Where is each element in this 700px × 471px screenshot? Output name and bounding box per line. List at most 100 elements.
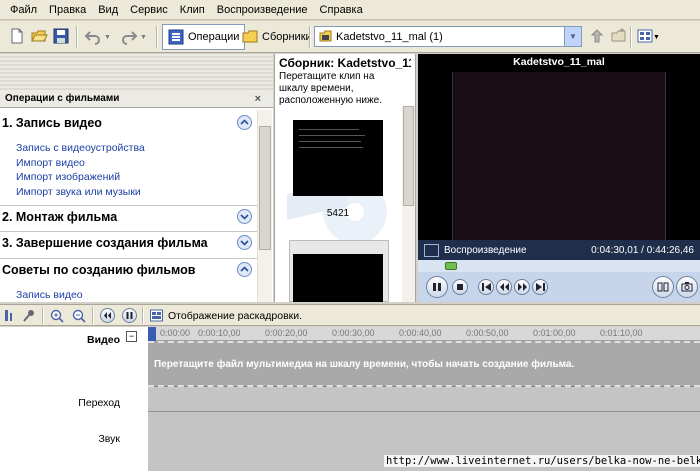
split-clip-button[interactable] — [652, 276, 674, 298]
clip-thumbnail-image — [299, 129, 365, 148]
collection-hint: Перетащите клип на шкалу времени, распол… — [279, 71, 382, 106]
chevron-down-icon[interactable] — [237, 235, 252, 250]
split-icon — [657, 282, 669, 292]
section-finish-movie-title: 3. Завершение создания фильма — [2, 236, 208, 250]
collection-pane: Сборник: Kadetstvo_11_mal Перетащите кли… — [274, 54, 416, 302]
open-project-icon[interactable] — [30, 27, 48, 45]
section-movie-tips-title: Советы по созданию фильмов — [2, 263, 196, 277]
section-finish-movie[interactable]: 3. Завершение создания фильма — [0, 231, 257, 253]
transition-track[interactable] — [148, 388, 700, 412]
watermark-url: http://www.liveinternet.ru/users/belka-n… — [384, 455, 700, 467]
pause-button[interactable] — [426, 276, 448, 298]
timeline-toolbar: Отображение раскадровки. — [0, 304, 700, 326]
collections-folder-icon — [242, 30, 258, 43]
task-capture-from-device[interactable]: Запись с видеоустройства — [16, 142, 145, 154]
section-edit-movie-title: 2. Монтаж фильма — [2, 210, 118, 224]
tasks-scrollbar[interactable] — [257, 110, 272, 302]
show-storyboard-label[interactable]: Отображение раскадровки. — [168, 310, 302, 322]
take-picture-button[interactable] — [676, 276, 698, 298]
collections-button[interactable]: Сборники — [236, 24, 318, 50]
video-track-hint: Перетащите файл мультимедиа на шкалу вре… — [154, 359, 575, 370]
seek-thumb[interactable] — [445, 262, 457, 270]
tasks-pane-title: Операции с фильмами — [5, 93, 120, 104]
playhead[interactable] — [148, 327, 156, 341]
menu-clip[interactable]: Клип — [174, 0, 211, 20]
collection-select-arrow-icon[interactable]: ▼ — [564, 27, 581, 46]
pause-icon — [126, 312, 133, 319]
movie-tasks-pane: Операции с фильмами × 1. Запись видео За… — [0, 54, 273, 302]
menu-help[interactable]: Справка — [314, 0, 369, 20]
playback-controls — [418, 272, 700, 302]
toolbar-separator — [76, 26, 78, 48]
menu-playback[interactable]: Воспроизведение — [211, 0, 314, 20]
collection-select[interactable]: Kadetstvo_11_mal (1) ▼ — [314, 26, 582, 47]
seek-bar[interactable] — [418, 260, 700, 272]
section-edit-movie[interactable]: 2. Монтаж фильма — [0, 205, 257, 227]
save-project-icon[interactable] — [52, 27, 70, 45]
toolbar-separator — [142, 307, 144, 324]
collection-title: Сборник: Kadetstvo_11_mal — [279, 56, 411, 70]
redo-icon[interactable] — [120, 27, 138, 45]
zoom-out-icon[interactable] — [72, 309, 86, 323]
menu-edit[interactable]: Правка — [43, 0, 92, 20]
up-level-icon[interactable] — [588, 27, 606, 45]
new-project-icon[interactable] — [8, 27, 26, 45]
views-dropdown-icon[interactable]: ▼ — [653, 34, 660, 41]
undo-icon[interactable] — [84, 27, 102, 45]
tasks-scrollbar-thumb[interactable] — [259, 126, 271, 250]
collection-scrollbar-thumb[interactable] — [403, 106, 414, 206]
toolbar-separator — [156, 26, 158, 48]
collections-label: Сборники — [262, 31, 312, 43]
preview-monitor: Kadetstvo_11_mal Воспроизведение 0:04:30… — [418, 54, 700, 302]
menu-file[interactable]: Файл — [4, 0, 43, 20]
task-import-audio[interactable]: Импорт звука или музыки — [16, 186, 141, 198]
section-capture-video[interactable]: 1. Запись видео — [0, 112, 257, 134]
stop-button[interactable] — [452, 279, 468, 295]
undo-dropdown-icon[interactable]: ▼ — [104, 34, 111, 41]
preview-status-label: Воспроизведение — [444, 244, 527, 256]
menu-view[interactable]: Вид — [92, 0, 124, 20]
collapse-video-track-icon[interactable]: − — [126, 331, 137, 342]
timeline-track-labels: − Видео Переход Звук — [0, 327, 148, 471]
narrate-timeline-icon[interactable] — [22, 309, 36, 322]
track-label-video: Видео — [87, 334, 120, 346]
tip-capture-video[interactable]: Запись видео — [16, 289, 83, 301]
new-collection-icon[interactable] — [610, 27, 628, 45]
menu-tools[interactable]: Сервис — [124, 0, 174, 20]
chevron-down-icon[interactable] — [237, 209, 252, 224]
section-capture-video-title: 1. Запись видео — [2, 116, 102, 130]
previous-frame-button[interactable] — [478, 279, 494, 295]
chevron-up-icon[interactable] — [237, 115, 252, 130]
ruler-tick: 0:00:40,00 — [399, 328, 442, 338]
chevron-up-icon[interactable] — [237, 262, 252, 277]
next-frame-button[interactable] — [532, 279, 548, 295]
section-movie-tips[interactable]: Советы по созданию фильмов — [0, 258, 257, 280]
camera-icon — [681, 282, 693, 292]
timeline-ruler[interactable]: 0:00:00 0:00:10,00 0:00:20,00 0:00:30,00… — [148, 327, 700, 341]
rewind-icon — [499, 283, 509, 291]
zoom-in-icon[interactable] — [50, 309, 64, 323]
play-timeline-button[interactable] — [122, 308, 137, 323]
fast-forward-button[interactable] — [514, 279, 530, 295]
preview-time: 0:04:30,01 / 0:44:26,46 — [591, 244, 694, 256]
set-audio-levels-icon[interactable] — [4, 309, 16, 322]
task-import-video[interactable]: Импорт видео — [16, 157, 85, 169]
toolbar-separator — [309, 26, 311, 48]
clip-thumbnail[interactable] — [293, 120, 383, 196]
clip-thumbnail[interactable] — [293, 254, 383, 302]
close-icon[interactable]: × — [255, 90, 261, 108]
ruler-tick: 0:01:10,00 — [600, 328, 643, 338]
fast-forward-icon — [517, 283, 527, 291]
storyboard-icon[interactable] — [150, 309, 163, 322]
views-icon[interactable] — [636, 27, 654, 45]
collection-scrollbar[interactable] — [402, 106, 415, 302]
video-track[interactable]: Перетащите файл мультимедиа на шкалу вре… — [148, 341, 700, 387]
track-label-transition: Переход — [78, 397, 120, 409]
rewind-timeline-button[interactable] — [100, 308, 115, 323]
redo-dropdown-icon[interactable]: ▼ — [140, 34, 147, 41]
task-import-pictures[interactable]: Импорт изображений — [16, 171, 120, 183]
operations-button[interactable]: Операции — [162, 24, 246, 50]
menu-bar: Файл Правка Вид Сервис Клип Воспроизведе… — [0, 0, 700, 20]
skip-back-icon — [481, 283, 491, 291]
rewind-button[interactable] — [496, 279, 512, 295]
